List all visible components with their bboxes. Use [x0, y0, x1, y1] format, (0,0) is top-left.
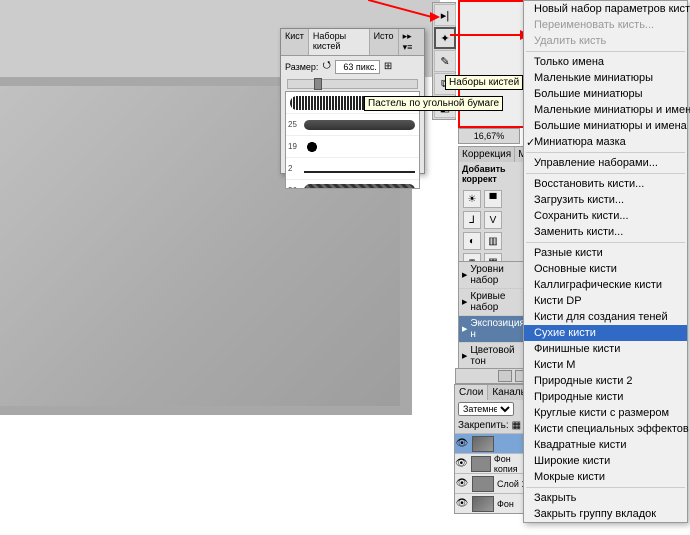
brush-context-menu: Новый набор параметров кисти... Переимен… [523, 0, 688, 523]
levels-icon[interactable]: ▀ [484, 190, 502, 208]
brush-size-slider[interactable] [287, 79, 418, 89]
menu-delete-brush: Удалить кисть [524, 33, 687, 49]
visibility-icon[interactable]: 👁 [455, 438, 469, 449]
layers-panel: Слои Каналы Затемнение Закрепить:▦ 👁 👁Фо… [454, 384, 534, 514]
size-label: Размер: [285, 62, 318, 72]
menu-rename-brush: Переименовать кисть... [524, 17, 687, 33]
annotation-arrow-icon [450, 34, 525, 36]
menu-save-brushes[interactable]: Сохранить кисти... [524, 208, 687, 224]
blend-mode-select[interactable]: Затемнение [458, 402, 514, 416]
menu-new-brush-preset[interactable]: Новый набор параметров кисти... [524, 1, 687, 17]
menu-large-list[interactable]: Большие миниатюры и имена [524, 118, 687, 134]
menu-brush-set[interactable]: Природные кисти 2 [524, 373, 687, 389]
menu-stroke-thumb[interactable]: Миниатюра мазка [524, 134, 687, 150]
layer-row[interactable]: 👁 [455, 433, 533, 453]
menu-reset-brushes[interactable]: Восстановить кисти... [524, 176, 687, 192]
visibility-icon[interactable]: 👁 [455, 458, 468, 469]
layer-row[interactable]: 👁Слой 1 [455, 473, 533, 493]
menu-brush-set[interactable]: Круглые кисти с размером [524, 405, 687, 421]
menu-large-thumb[interactable]: Большие миниатюры [524, 86, 687, 102]
panel-flyout-icon[interactable]: ⊞ [384, 61, 392, 72]
menu-brush-set[interactable]: Кисти для создания теней [524, 309, 687, 325]
vibrance-icon[interactable]: V [484, 211, 502, 229]
lock-icon[interactable]: ▦ [512, 420, 521, 431]
menu-brush-set[interactable]: Природные кисти [524, 389, 687, 405]
menu-load-brushes[interactable]: Загрузить кисти... [524, 192, 687, 208]
preset-item[interactable]: ▶Цветовой тон [459, 343, 525, 370]
layer-row[interactable]: 👁Фон [455, 493, 533, 513]
tab-brush[interactable]: Кист [281, 29, 309, 55]
menu-small-list[interactable]: Маленькие миниатюры и имена [524, 102, 687, 118]
preset-item[interactable]: ▶Уровни набор [459, 262, 525, 289]
panel-menu-icon[interactable]: ▸▸ ▾≡ [399, 29, 424, 55]
menu-close[interactable]: Закрыть [524, 490, 687, 506]
curves-icon[interactable]: ⅃ [463, 211, 481, 229]
layer-row[interactable]: 👁Фон копия [455, 453, 533, 473]
menu-close-tab-group[interactable]: Закрыть группу вкладок [524, 506, 687, 522]
tab-layers[interactable]: Слои [455, 385, 488, 400]
tooltip-pastel: Пастель по угольной бумаге [364, 96, 503, 111]
visibility-icon[interactable]: 👁 [455, 478, 469, 489]
preset-item[interactable]: ▶Экспозиция н [459, 316, 525, 343]
menu-brush-set[interactable]: Мокрые кисти [524, 469, 687, 485]
brush-preset-item[interactable]: 36 [286, 180, 419, 189]
footer-icon[interactable] [498, 370, 512, 382]
brush-presets-icon[interactable]: ✦ [434, 27, 456, 49]
balance-icon[interactable]: ▥ [484, 232, 502, 250]
menu-brush-set[interactable]: Кисти DP [524, 293, 687, 309]
menu-small-thumb[interactable]: Маленькие миниатюры [524, 70, 687, 86]
adjustments-panel: Коррекция Мас Добавить коррект ☀ ▀ ⅃ V ◐… [458, 146, 526, 276]
brush-icon[interactable]: ✎ [434, 50, 456, 72]
menu-brush-set[interactable]: Финишные кисти [524, 341, 687, 357]
menu-brush-set[interactable]: Сухие кисти [524, 325, 687, 341]
menu-replace-brushes[interactable]: Заменить кисти... [524, 224, 687, 240]
tooltip-brush-sets: Наборы кистей [445, 75, 523, 90]
visibility-icon[interactable]: 👁 [455, 498, 469, 509]
refresh-icon[interactable]: ⭯ [322, 58, 330, 75]
add-adjustment-label: Добавить коррект [459, 162, 525, 186]
menu-brush-set[interactable]: Основные кисти [524, 261, 687, 277]
preset-item[interactable]: ▶Кривые набор [459, 289, 525, 316]
menu-preset-manager[interactable]: Управление наборами... [524, 155, 687, 171]
menu-brush-set[interactable]: Широкие кисти [524, 453, 687, 469]
brush-preset-item[interactable]: 19 [286, 136, 419, 158]
brightness-icon[interactable]: ☀ [463, 190, 481, 208]
brush-preset-item[interactable]: 25 [286, 114, 419, 136]
menu-brush-set[interactable]: Квадратные кисти [524, 437, 687, 453]
menu-text-only[interactable]: Только имена [524, 54, 687, 70]
lock-label: Закрепить: [458, 420, 509, 431]
tab-history[interactable]: Исто [370, 29, 399, 55]
tab-brush-presets[interactable]: Наборы кистей [309, 29, 370, 55]
menu-brush-set[interactable]: Каллиграфические кисти [524, 277, 687, 293]
menu-brush-set[interactable]: Разные кисти [524, 245, 687, 261]
zoom-level[interactable]: 16,67% [458, 128, 520, 144]
hue-icon[interactable]: ◐ [463, 232, 481, 250]
tab-correction[interactable]: Коррекция [459, 147, 515, 162]
brush-preset-item[interactable]: 2 [286, 158, 419, 180]
menu-brush-set[interactable]: Кисти M [524, 357, 687, 373]
annotation-arrow-icon [345, 0, 445, 20]
menu-brush-set[interactable]: Кисти специальных эффектов [524, 421, 687, 437]
panel-footer-icons [455, 368, 533, 384]
brush-size-input[interactable] [335, 60, 380, 74]
